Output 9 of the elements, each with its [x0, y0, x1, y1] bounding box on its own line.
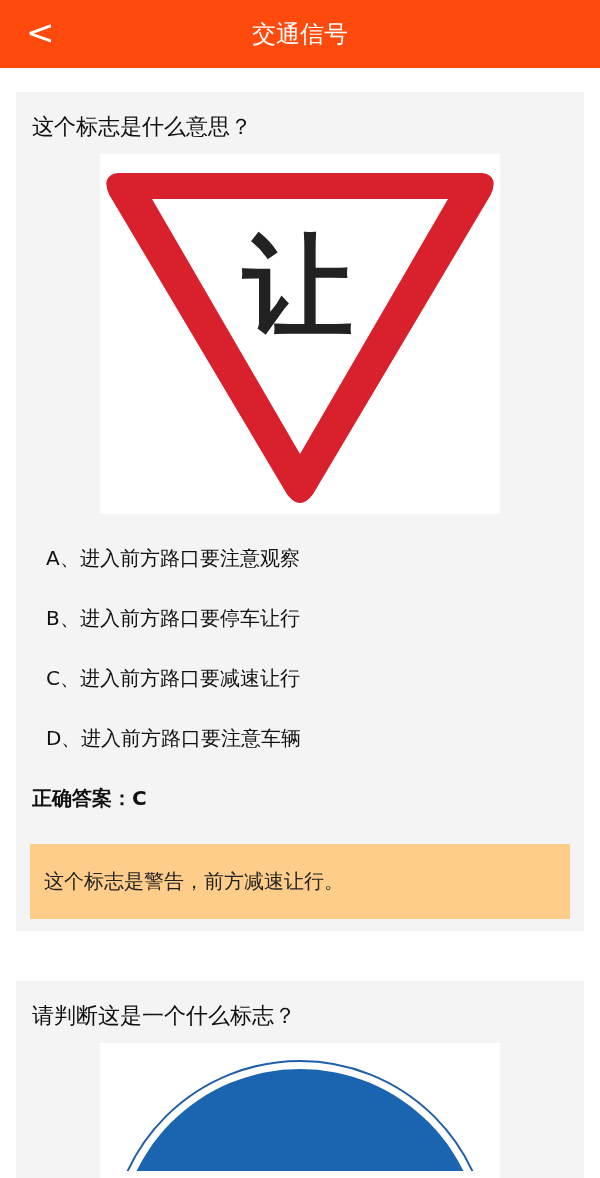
correct-answer: 正确答案：C — [32, 784, 148, 812]
question-text: 这个标志是什么意思？ — [32, 113, 253, 141]
answer-option[interactable]: C、进入前方路口要减速让行 — [46, 648, 570, 708]
answer-option[interactable]: B、进入前方路口要停车让行 — [46, 588, 570, 648]
page-title: 交通信号 — [252, 19, 348, 50]
explanation-text: 这个标志是警告，前方减速让行。 — [30, 844, 570, 919]
answer-option[interactable]: A、进入前方路口要注意观察 — [46, 528, 570, 588]
question-text: 请判断这是一个什么标志？ — [32, 1002, 297, 1030]
answer-option[interactable]: D、进入前方路口要注意车辆 — [46, 708, 570, 768]
